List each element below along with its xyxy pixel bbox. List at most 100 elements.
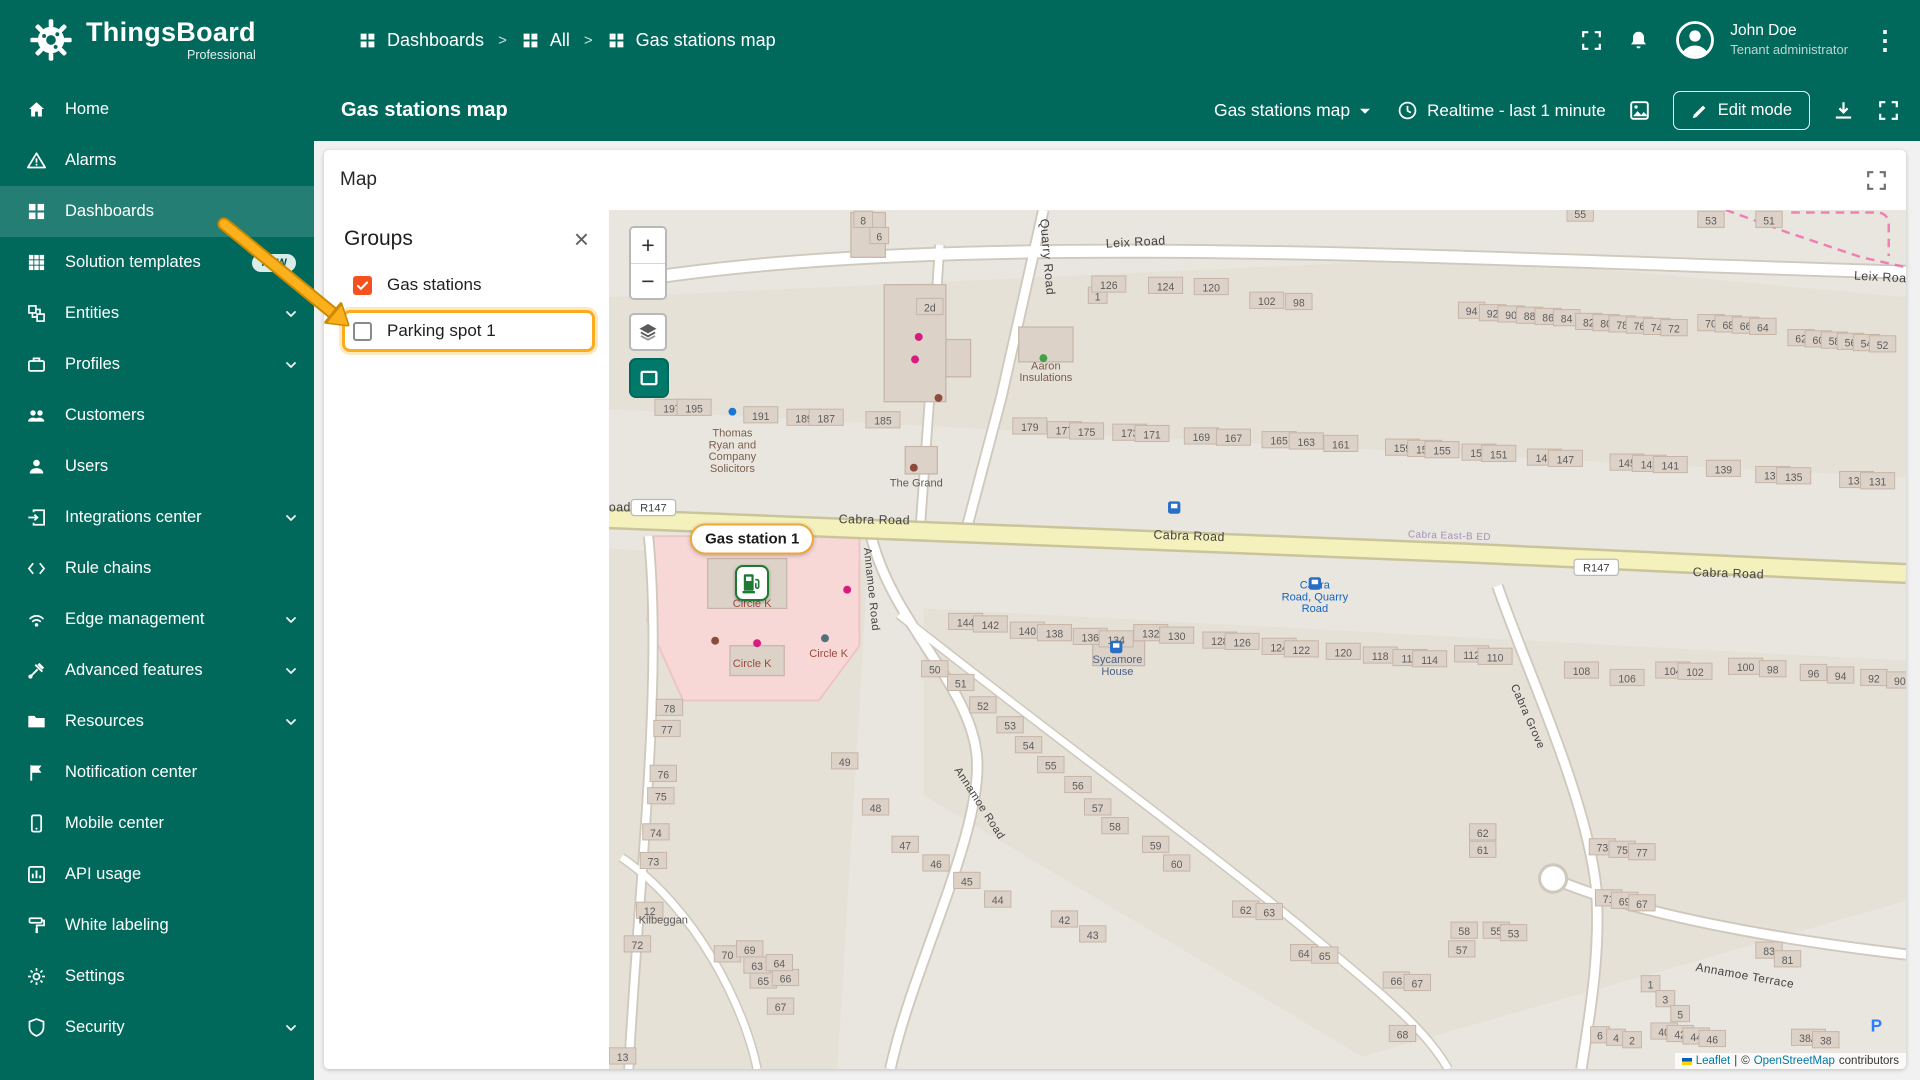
avatar[interactable]: [1674, 19, 1716, 61]
house-number: 5: [1677, 1010, 1683, 1022]
zoom-out-button[interactable]: −: [631, 263, 665, 298]
house-number: 126: [1233, 637, 1251, 649]
sidebar-item-rule-chains[interactable]: Rule chains: [0, 543, 314, 594]
sidebar-item-entities[interactable]: Entities: [0, 288, 314, 339]
checkbox-gas-stations[interactable]: [353, 275, 372, 295]
house-number: 161: [1332, 439, 1350, 451]
toolbar-fullscreen-icon[interactable]: [1877, 99, 1900, 122]
sidebar-item-mobile-center[interactable]: Mobile center: [0, 798, 314, 849]
house-number: 65: [1319, 951, 1331, 963]
layers-button[interactable]: [629, 313, 667, 351]
download-icon[interactable]: [1832, 99, 1855, 122]
house-number: 147: [1557, 454, 1575, 466]
close-icon[interactable]: ×: [574, 226, 589, 252]
top-bar: ThingsBoard Professional Dashboards > All >…: [0, 0, 1920, 80]
sidebar-item-label: Solution templates: [65, 253, 201, 271]
dashboard-grid-icon: [607, 31, 626, 50]
house-number: 86: [1542, 312, 1554, 324]
group-label: Gas stations: [387, 275, 482, 294]
house-number: 84: [1561, 314, 1573, 326]
sidebar-item-solution-templates[interactable]: Solution templates NEW: [0, 237, 314, 288]
house-number: 3: [1662, 995, 1668, 1007]
house-number: 63: [751, 961, 763, 973]
zoom-in-button[interactable]: +: [631, 228, 665, 263]
attribution-separator: |: [1734, 1055, 1738, 1067]
sidebar-item-api-usage[interactable]: API usage: [0, 849, 314, 900]
widget-header: Map: [324, 150, 1906, 210]
integrations-icon: [25, 506, 48, 529]
app-logo[interactable]: ThingsBoard Professional: [0, 17, 314, 63]
sidebar-item-label: Home: [65, 100, 110, 118]
sidebar-item-integrations-center[interactable]: Integrations center: [0, 492, 314, 543]
leaflet-link[interactable]: Leaflet: [1696, 1055, 1731, 1067]
map[interactable]: 8 6 2d 1 126 124 120 102 98 94 92 90 88 86 84 82 80 78 76 7…: [609, 210, 1906, 1069]
dashboard-state-select[interactable]: Gas stations map: [1214, 100, 1375, 121]
dashboard-toolbar: Gas stations map Gas stations map Realti…: [314, 80, 1920, 141]
place-label: The Grand: [890, 477, 943, 489]
sidebar-item-customers[interactable]: Customers: [0, 390, 314, 441]
house-number: 110: [1487, 652, 1504, 664]
bus-stop-icon: [1168, 501, 1181, 514]
place-label: Thomas Ryan and Company Solicitors: [709, 428, 757, 476]
house-number: 169: [1193, 432, 1211, 444]
sidebar-item-profiles[interactable]: Profiles: [0, 339, 314, 390]
road-label: Cabra Road: [1693, 565, 1765, 582]
sidebar-item-security[interactable]: Security: [0, 1002, 314, 1053]
draw-rectangle-button[interactable]: [629, 358, 669, 398]
gas-station-marker[interactable]: [735, 564, 770, 601]
breadcrumb-item-all[interactable]: All: [521, 30, 570, 51]
map-canvas[interactable]: 862d1126 124 120102 9894 92 90 88 86 84 82 80 78 76 7…: [609, 210, 1906, 1069]
house-number: 53: [1705, 215, 1717, 227]
sidebar-item-label: Security: [65, 1018, 125, 1036]
house-number: 53: [1508, 929, 1520, 941]
sidebar-item-users[interactable]: Users: [0, 441, 314, 492]
group-item-gas-stations[interactable]: Gas stations: [342, 264, 595, 306]
house-number: 102: [1258, 296, 1276, 308]
widget-fullscreen-icon[interactable]: [1865, 169, 1888, 192]
road-label: Road: [609, 500, 631, 514]
openstreetmap-link[interactable]: OpenStreetMap: [1754, 1055, 1835, 1067]
house-number: 52: [1877, 340, 1889, 352]
timewindow-button[interactable]: Realtime - last 1 minute: [1397, 100, 1606, 121]
poi-dot-icon: [911, 355, 919, 364]
house-number: 58: [1458, 926, 1470, 938]
sidebar-item-home[interactable]: Home: [0, 84, 314, 135]
house-number: 46: [1706, 1034, 1718, 1046]
sidebar-item-advanced-features[interactable]: Advanced features: [0, 645, 314, 696]
sidebar-item-label: Resources: [65, 712, 144, 730]
poi-dot-icon: [934, 394, 943, 402]
place-label: Kilbeggan: [639, 914, 688, 926]
sidebar-item-resources[interactable]: Resources: [0, 696, 314, 747]
house-number: 187: [817, 413, 835, 425]
more-menu-icon[interactable]: ⋮: [1872, 25, 1898, 56]
sidebar-item-settings[interactable]: Settings: [0, 951, 314, 1002]
house-number: 52: [977, 701, 989, 713]
breadcrumb-item-gas-stations-map[interactable]: Gas stations map: [607, 30, 776, 51]
sidebar-item-notification-center[interactable]: Notification center: [0, 747, 314, 798]
sidebar-item-white-labeling[interactable]: White labeling: [0, 900, 314, 951]
checkbox-parking-spot-1[interactable]: [353, 321, 372, 341]
sidebar-item-dashboards[interactable]: Dashboards: [0, 186, 314, 237]
group-item-parking-spot-1[interactable]: Parking spot 1: [342, 310, 595, 352]
house-number: 6: [1597, 1031, 1603, 1043]
edit-mode-button[interactable]: Edit mode: [1672, 91, 1810, 130]
fullscreen-icon[interactable]: [1580, 29, 1603, 52]
user-info[interactable]: John Doe Tenant administrator: [1730, 21, 1848, 58]
layers-icon: [637, 321, 659, 343]
image-gallery-icon[interactable]: [1628, 99, 1651, 122]
map-attribution: Leaflet | © OpenStreetMap contributors: [1674, 1053, 1906, 1069]
sidebar-item-alarms[interactable]: Alarms: [0, 135, 314, 186]
house-number: 98: [1293, 297, 1305, 309]
house-number: 155: [1433, 446, 1451, 458]
dashboard-state-value: Gas stations map: [1213, 100, 1351, 120]
breadcrumb-item-dashboards[interactable]: Dashboards: [358, 30, 484, 51]
notifications-bell-icon[interactable]: [1627, 29, 1650, 52]
breadcrumb-label: Gas stations map: [635, 29, 776, 50]
templates-icon: [25, 251, 48, 274]
sidebar-item-edge-management[interactable]: Edge management: [0, 594, 314, 645]
house-number: 42: [1059, 915, 1071, 927]
house-number: 77: [1636, 848, 1648, 860]
house-number: 65: [757, 976, 769, 988]
sidebar-item-label: White labeling: [65, 916, 169, 934]
house-number: 55: [1574, 210, 1586, 221]
